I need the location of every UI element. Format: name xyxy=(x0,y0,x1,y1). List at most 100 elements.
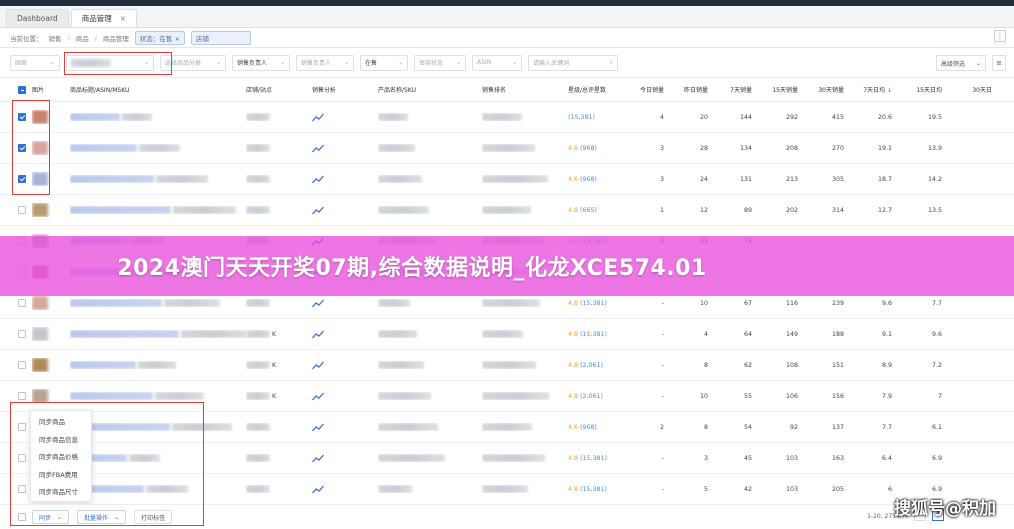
row-checkbox[interactable] xyxy=(18,206,26,214)
product-title-cell[interactable] xyxy=(70,423,246,431)
review-count[interactable]: (15,381) xyxy=(580,331,607,338)
row-checkbox[interactable] xyxy=(18,361,26,369)
trend-chart-icon[interactable] xyxy=(312,299,324,307)
breadcrumb-item[interactable]: 商品管理 xyxy=(103,33,129,43)
product-title-cell[interactable] xyxy=(70,361,246,369)
header-daily30[interactable]: 30天日 xyxy=(950,85,1000,94)
header-daily7[interactable]: 7天日均 ↓ xyxy=(850,85,900,94)
review-count[interactable]: (968) xyxy=(580,424,597,431)
trend-chart-icon[interactable] xyxy=(312,423,324,431)
sync-button[interactable]: 同步 ⌄ xyxy=(32,510,70,524)
header-30d[interactable]: 30天销量 xyxy=(804,85,850,94)
trend-chart-icon[interactable] xyxy=(312,330,324,338)
review-count[interactable]: (15,381) xyxy=(568,114,595,121)
row-checkbox[interactable] xyxy=(18,299,26,307)
category-select[interactable]: 选择商品分类 ⌄ xyxy=(160,54,226,71)
trend-chart-icon[interactable] xyxy=(312,392,324,400)
product-title-cell[interactable] xyxy=(70,113,246,121)
menu-item-sync-info[interactable]: 同步商品信息 xyxy=(31,432,91,450)
settings-icon[interactable]: ⋮ xyxy=(994,30,1006,42)
product-image[interactable] xyxy=(32,389,70,403)
trend-chart-icon[interactable] xyxy=(312,361,324,369)
header-7d[interactable]: 7天销量 xyxy=(714,85,758,94)
row-checkbox[interactable] xyxy=(18,113,26,121)
country-select[interactable]: 国家 ⌄ xyxy=(10,54,60,71)
row-checkbox[interactable] xyxy=(18,392,26,400)
row-checkbox[interactable] xyxy=(18,144,26,152)
product-image[interactable] xyxy=(32,172,70,186)
close-icon[interactable]: × xyxy=(120,14,126,23)
review-count[interactable]: (15,381) xyxy=(580,455,607,462)
batch-actions-button[interactable]: 批量操作 ⌄ xyxy=(77,510,127,524)
review-status-select[interactable]: 审核状态 ⌄ xyxy=(414,54,466,71)
table-row[interactable]: 4.8 (665) 1 12 89 202 314 12.7 13.5 xyxy=(0,195,1014,226)
row-checkbox[interactable] xyxy=(18,175,26,183)
sales-owner-select[interactable]: 销售负责人 ⌄ xyxy=(232,54,290,71)
tab-dashboard[interactable]: Dashboard xyxy=(6,9,69,27)
review-count[interactable]: (665) xyxy=(580,207,597,214)
table-row[interactable]: (15,381) 4 20 144 292 415 20.6 19.5 xyxy=(0,102,1014,133)
row-checkbox[interactable] xyxy=(18,330,26,338)
store-select[interactable]: ⌄ xyxy=(66,54,154,71)
product-title-cell[interactable] xyxy=(70,299,246,307)
menu-item-sync-products[interactable]: 同步商品 xyxy=(31,414,91,432)
tab-product-management[interactable]: 商品管理 × xyxy=(70,9,137,27)
product-title-cell[interactable] xyxy=(70,392,246,400)
review-count[interactable]: (15,381) xyxy=(580,486,607,493)
header-15d[interactable]: 15天销量 xyxy=(758,85,804,94)
table-row[interactable]: 4.6 (968) 3 24 131 213 305 18.7 14.2 xyxy=(0,164,1014,195)
product-title-cell[interactable] xyxy=(70,206,246,214)
product-image[interactable] xyxy=(32,296,70,310)
trend-chart-icon[interactable] xyxy=(312,175,324,183)
table-row[interactable]: K 4.8 (15,381) - 4 64 149 188 9.1 9.6 xyxy=(0,319,1014,350)
trend-chart-icon[interactable] xyxy=(312,454,324,462)
table-row[interactable]: 4.6 (968) 3 28 134 208 270 19.1 13.9 xyxy=(0,133,1014,164)
product-image[interactable] xyxy=(32,203,70,217)
breadcrumb-item[interactable]: 销售 xyxy=(49,33,62,43)
filter-chip-store[interactable]: 店铺 xyxy=(190,30,251,45)
review-count[interactable]: (15,381) xyxy=(580,300,607,307)
header-daily15[interactable]: 15天日均 xyxy=(900,85,950,94)
product-title-cell[interactable] xyxy=(70,330,246,338)
menu-item-sync-size[interactable]: 同步商品尺寸 xyxy=(31,484,91,502)
product-image[interactable] xyxy=(32,358,70,372)
product-image[interactable] xyxy=(32,110,70,124)
product-title-cell[interactable] xyxy=(70,144,246,152)
product-image[interactable] xyxy=(32,327,70,341)
row-checkbox[interactable] xyxy=(18,485,26,493)
table-row[interactable]: K 4.8 (2,061) - 10 55 106 156 7.9 7 xyxy=(0,381,1014,412)
product-title-cell[interactable] xyxy=(70,485,246,493)
table-row[interactable]: 4.6 (968) 2 8 54 92 137 7.7 6.1 xyxy=(0,412,1014,443)
select-all-checkbox[interactable] xyxy=(18,85,26,94)
review-count[interactable]: (968) xyxy=(580,145,597,152)
menu-item-sync-price[interactable]: 同步商品价格 xyxy=(31,449,91,467)
row-checkbox[interactable] xyxy=(18,423,26,431)
search-icon[interactable]: ⌕ xyxy=(610,59,613,67)
trend-chart-icon[interactable] xyxy=(312,485,324,493)
breadcrumb-item[interactable]: 商品 xyxy=(76,33,89,43)
search-input[interactable]: 请输入关键词 ⌕ xyxy=(528,54,618,71)
filter-chip-status[interactable]: 状态：在售 × xyxy=(134,30,185,45)
table-row[interactable]: 4.8 (15,381) - 3 45 103 163 6.4 6.9 xyxy=(0,443,1014,474)
status-select[interactable]: 在售 ⌄ xyxy=(360,54,408,71)
trend-chart-icon[interactable] xyxy=(312,206,324,214)
product-owner-select[interactable]: 销售负责人 ⌄ xyxy=(296,54,354,71)
product-title-cell[interactable] xyxy=(70,454,246,462)
header-yesterday[interactable]: 昨日销量 xyxy=(670,85,714,94)
trend-chart-icon[interactable] xyxy=(312,144,324,152)
asin-select[interactable]: ASIN ⌄ xyxy=(472,54,522,71)
review-count[interactable]: (2,061) xyxy=(580,393,603,400)
product-image[interactable] xyxy=(32,141,70,155)
print-label-button[interactable]: 打印标签 xyxy=(134,510,173,524)
header-today[interactable]: 今日销量 xyxy=(626,85,670,94)
menu-icon[interactable]: ≡ xyxy=(992,55,1006,71)
row-checkbox[interactable] xyxy=(18,454,26,462)
trend-chart-icon[interactable] xyxy=(312,113,324,121)
advanced-filter-select[interactable]: 高级筛选 ⌄ xyxy=(936,55,986,71)
review-count[interactable]: (968) xyxy=(580,176,597,183)
product-title-cell[interactable] xyxy=(70,175,246,183)
review-count[interactable]: (2,061) xyxy=(580,362,603,369)
menu-item-sync-fba[interactable]: 同步FBA费用 xyxy=(31,467,91,485)
table-row[interactable]: K 4.8 (2,061) - 8 62 108 151 8.9 7.2 xyxy=(0,350,1014,381)
table-row[interactable]: 4.8 (15,381) - 5 42 103 205 6 6.9 xyxy=(0,474,1014,505)
